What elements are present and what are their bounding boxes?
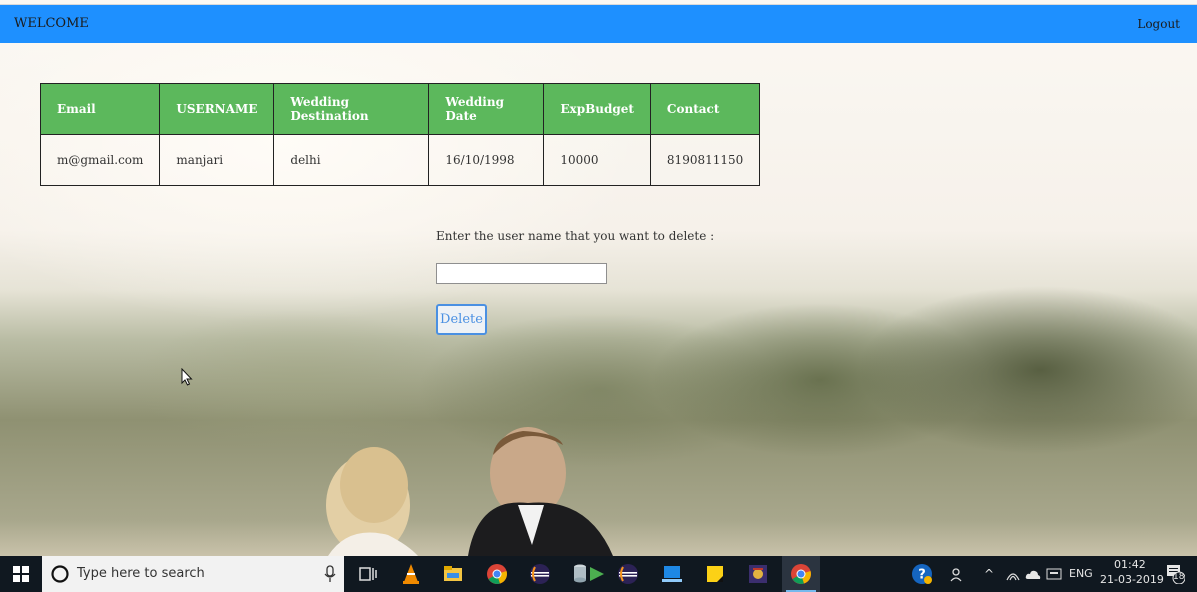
table-header-row: Email USERNAME Wedding Destination Weddi… <box>39 83 761 135</box>
eclipse-icon[interactable] <box>528 562 552 586</box>
delete-prompt-label: Enter the user name that you want to del… <box>436 229 715 243</box>
users-table: Email USERNAME Wedding Destination Weddi… <box>39 83 761 186</box>
people-icon[interactable] <box>950 566 966 582</box>
windows-logo-icon <box>13 566 29 582</box>
microphone-icon[interactable] <box>324 565 336 583</box>
mouse-pointer-icon <box>181 368 193 386</box>
clock-time[interactable]: 01:42 <box>1114 558 1146 571</box>
welcome-label: WELCOME <box>14 16 89 31</box>
notification-count-badge: 18 <box>1173 572 1185 582</box>
cell-contact: 8190811150 <box>649 134 761 186</box>
file-explorer-icon[interactable] <box>441 562 465 586</box>
chrome-icon[interactable] <box>789 562 813 586</box>
sticky-notes-icon[interactable] <box>703 562 727 586</box>
couple-photo <box>326 427 613 556</box>
cell-username: manjari <box>159 134 275 186</box>
taskbar-search-box[interactable]: Type here to search <box>42 556 344 592</box>
onedrive-icon[interactable] <box>1025 568 1041 580</box>
cell-email: m@gmail.com <box>39 134 161 186</box>
language-indicator[interactable]: ENG <box>1069 567 1093 580</box>
wifi-icon[interactable] <box>1006 568 1020 582</box>
cell-wedding-date: 16/10/1998 <box>428 134 545 186</box>
clock-date[interactable]: 21-03-2019 <box>1100 573 1164 586</box>
chevron-up-icon[interactable]: ^ <box>984 567 994 581</box>
start-button[interactable] <box>0 556 42 592</box>
delete-username-input[interactable] <box>436 263 607 284</box>
cell-expbudget: 10000 <box>543 134 651 186</box>
remote-icon[interactable] <box>660 562 684 586</box>
task-view-icon[interactable] <box>356 562 380 586</box>
column-header-wedding-destination: Wedding Destination <box>273 83 430 135</box>
cortana-icon <box>51 565 69 583</box>
table-row: m@gmail.com manjari delhi 16/10/1998 100… <box>39 134 761 186</box>
active-app-highlight <box>782 556 820 592</box>
help-icon[interactable]: ? <box>911 563 933 585</box>
vlc-icon[interactable] <box>399 562 423 586</box>
game-icon[interactable] <box>746 562 770 586</box>
media-icon[interactable] <box>584 562 608 586</box>
cell-wedding-destination: delhi <box>273 134 430 186</box>
keyboard-icon[interactable] <box>1046 567 1062 581</box>
eclipse-icon[interactable] <box>616 562 640 586</box>
taskbar-search-placeholder: Type here to search <box>77 566 205 581</box>
top-navbar: WELCOME Logout <box>0 4 1197 43</box>
column-header-expbudget: ExpBudget <box>543 83 651 135</box>
chrome-icon[interactable] <box>485 562 509 586</box>
column-header-contact: Contact <box>649 83 761 135</box>
logout-link[interactable]: Logout <box>1137 17 1180 31</box>
column-header-wedding-date: Wedding Date <box>428 83 545 135</box>
column-header-email: Email <box>39 83 161 135</box>
column-header-username: USERNAME <box>159 83 275 135</box>
windows-taskbar: Type here to search ? ^ ENG 01:42 21-03-… <box>0 556 1197 592</box>
delete-button[interactable]: Delete <box>436 304 487 335</box>
